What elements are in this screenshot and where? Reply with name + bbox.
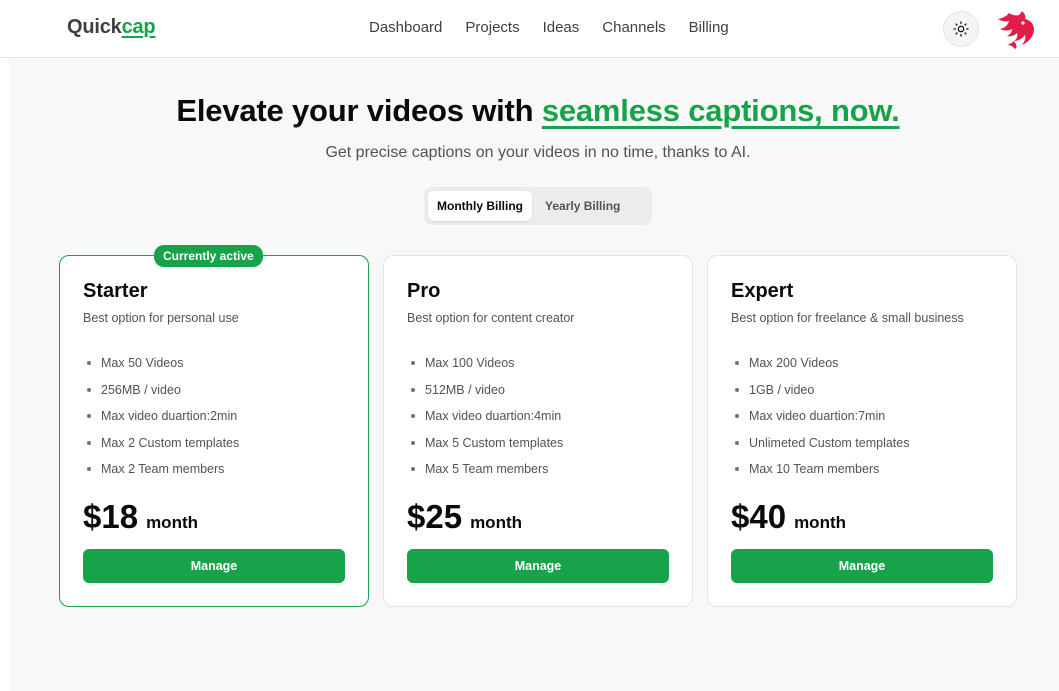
- price-period: month: [794, 513, 846, 532]
- feature-item: 512MB / video: [407, 377, 563, 404]
- bullet-icon: [735, 361, 739, 366]
- avatar-creature-icon: [998, 11, 1034, 49]
- price-period: month: [470, 513, 522, 532]
- price-period: month: [146, 513, 198, 532]
- sun-icon: [953, 21, 969, 37]
- nav-ideas[interactable]: Ideas: [543, 19, 580, 36]
- plan-card-pro: Pro Best option for content creator Max …: [383, 255, 693, 607]
- feature-text: Max 5 Team members: [425, 462, 549, 477]
- plan-name: Expert: [731, 280, 794, 302]
- bullet-icon: [411, 440, 415, 445]
- feature-text: Max video duartion:7min: [749, 409, 886, 424]
- nav-dashboard[interactable]: Dashboard: [369, 19, 442, 36]
- feature-text: Max 10 Team members: [749, 462, 880, 477]
- feature-item: Max 50 Videos: [83, 350, 239, 377]
- main-nav: Dashboard Projects Ideas Channels Billin…: [369, 19, 729, 36]
- feature-text: 1GB / video: [749, 382, 815, 397]
- bullet-icon: [735, 387, 739, 392]
- manage-pro-button[interactable]: Manage: [407, 549, 669, 583]
- plan-price: $25 month: [407, 498, 522, 536]
- bullet-icon: [411, 361, 415, 366]
- plan-card-starter: Currently active Starter Best option for…: [59, 245, 369, 607]
- feature-text: 256MB / video: [101, 382, 181, 397]
- feature-item: Max 2 Team members: [83, 456, 239, 483]
- headline-plain: Elevate your videos with: [176, 93, 542, 128]
- feature-item: Max 100 Videos: [407, 350, 563, 377]
- plan-description: Best option for content creator: [407, 311, 575, 325]
- feature-text: Max video duartion:4min: [425, 409, 562, 424]
- bullet-icon: [87, 467, 91, 472]
- user-avatar[interactable]: [992, 8, 1036, 50]
- plan-card-expert: Expert Best option for freelance & small…: [707, 255, 1017, 607]
- plan-name: Pro: [407, 280, 441, 302]
- plan-features: Max 50 Videos 256MB / video Max video du…: [83, 350, 239, 483]
- plan-description: Best option for freelance & small busine…: [731, 311, 964, 325]
- feature-item: Max 200 Videos: [731, 350, 909, 377]
- headline-highlight: seamless captions, now.: [541, 93, 900, 128]
- manage-expert-button[interactable]: Manage: [731, 549, 993, 583]
- bullet-icon: [87, 414, 91, 419]
- bullet-icon: [735, 440, 739, 445]
- bullet-icon: [735, 414, 739, 419]
- plan-description: Best option for personal use: [83, 311, 239, 325]
- bullet-icon: [411, 467, 415, 472]
- feature-item: Max video duartion:7min: [731, 403, 909, 430]
- nav-channels[interactable]: Channels: [602, 19, 665, 36]
- nav-projects[interactable]: Projects: [465, 19, 519, 36]
- price-amount: $40: [731, 498, 787, 535]
- feature-item: Max 10 Team members: [731, 456, 909, 483]
- feature-item: Max 2 Custom templates: [83, 430, 239, 457]
- feature-text: Max 200 Videos: [749, 356, 839, 371]
- plan-features: Max 200 Videos 1GB / video Max video dua…: [731, 350, 909, 483]
- logo-main: Quick: [67, 16, 122, 38]
- plan-price: $40 month: [731, 498, 846, 536]
- price-amount: $25: [407, 498, 463, 535]
- plan-features: Max 100 Videos 512MB / video Max video d…: [407, 350, 563, 483]
- feature-item: Max video duartion:4min: [407, 403, 563, 430]
- bullet-icon: [87, 361, 91, 366]
- feature-text: Max 2 Team members: [101, 462, 225, 477]
- feature-text: 512MB / video: [425, 382, 505, 397]
- feature-item: Unlimeted Custom templates: [731, 430, 909, 457]
- top-header: Quickcap Dashboard Projects Ideas Channe…: [0, 0, 1059, 58]
- billing-period-toggle: Monthly Billing Yearly Billing: [424, 187, 652, 225]
- plan-name: Starter: [83, 280, 148, 302]
- bullet-icon: [411, 387, 415, 392]
- feature-text: Unlimeted Custom templates: [749, 435, 910, 450]
- nav-billing[interactable]: Billing: [689, 19, 729, 36]
- bullet-icon: [735, 467, 739, 472]
- feature-text: Max video duartion:2min: [101, 409, 238, 424]
- feature-item: 1GB / video: [731, 377, 909, 404]
- feature-text: Max 100 Videos: [425, 356, 515, 371]
- price-amount: $18: [83, 498, 139, 535]
- feature-item: Max 5 Team members: [407, 456, 563, 483]
- monthly-billing-option[interactable]: Monthly Billing: [428, 191, 532, 221]
- feature-item: Max 5 Custom templates: [407, 430, 563, 457]
- current-plan-badge: Currently active: [154, 245, 263, 267]
- feature-text: Max 50 Videos: [101, 356, 184, 371]
- bullet-icon: [87, 387, 91, 392]
- feature-item: 256MB / video: [83, 377, 239, 404]
- page-subtitle: Get precise captions on your videos in n…: [325, 144, 751, 161]
- feature-text: Max 2 Custom templates: [101, 435, 240, 450]
- manage-starter-button[interactable]: Manage: [83, 549, 345, 583]
- logo-accent: cap: [121, 16, 156, 38]
- page-headline: Elevate your videos with seamless captio…: [0, 93, 1059, 129]
- plan-price: $18 month: [83, 498, 198, 536]
- bullet-icon: [411, 414, 415, 419]
- feature-item: Max video duartion:2min: [83, 403, 239, 430]
- logo[interactable]: Quickcap: [67, 16, 156, 39]
- bullet-icon: [87, 440, 91, 445]
- theme-toggle-button[interactable]: [943, 11, 979, 47]
- yearly-billing-option[interactable]: Yearly Billing: [536, 191, 629, 221]
- feature-text: Max 5 Custom templates: [425, 435, 564, 450]
